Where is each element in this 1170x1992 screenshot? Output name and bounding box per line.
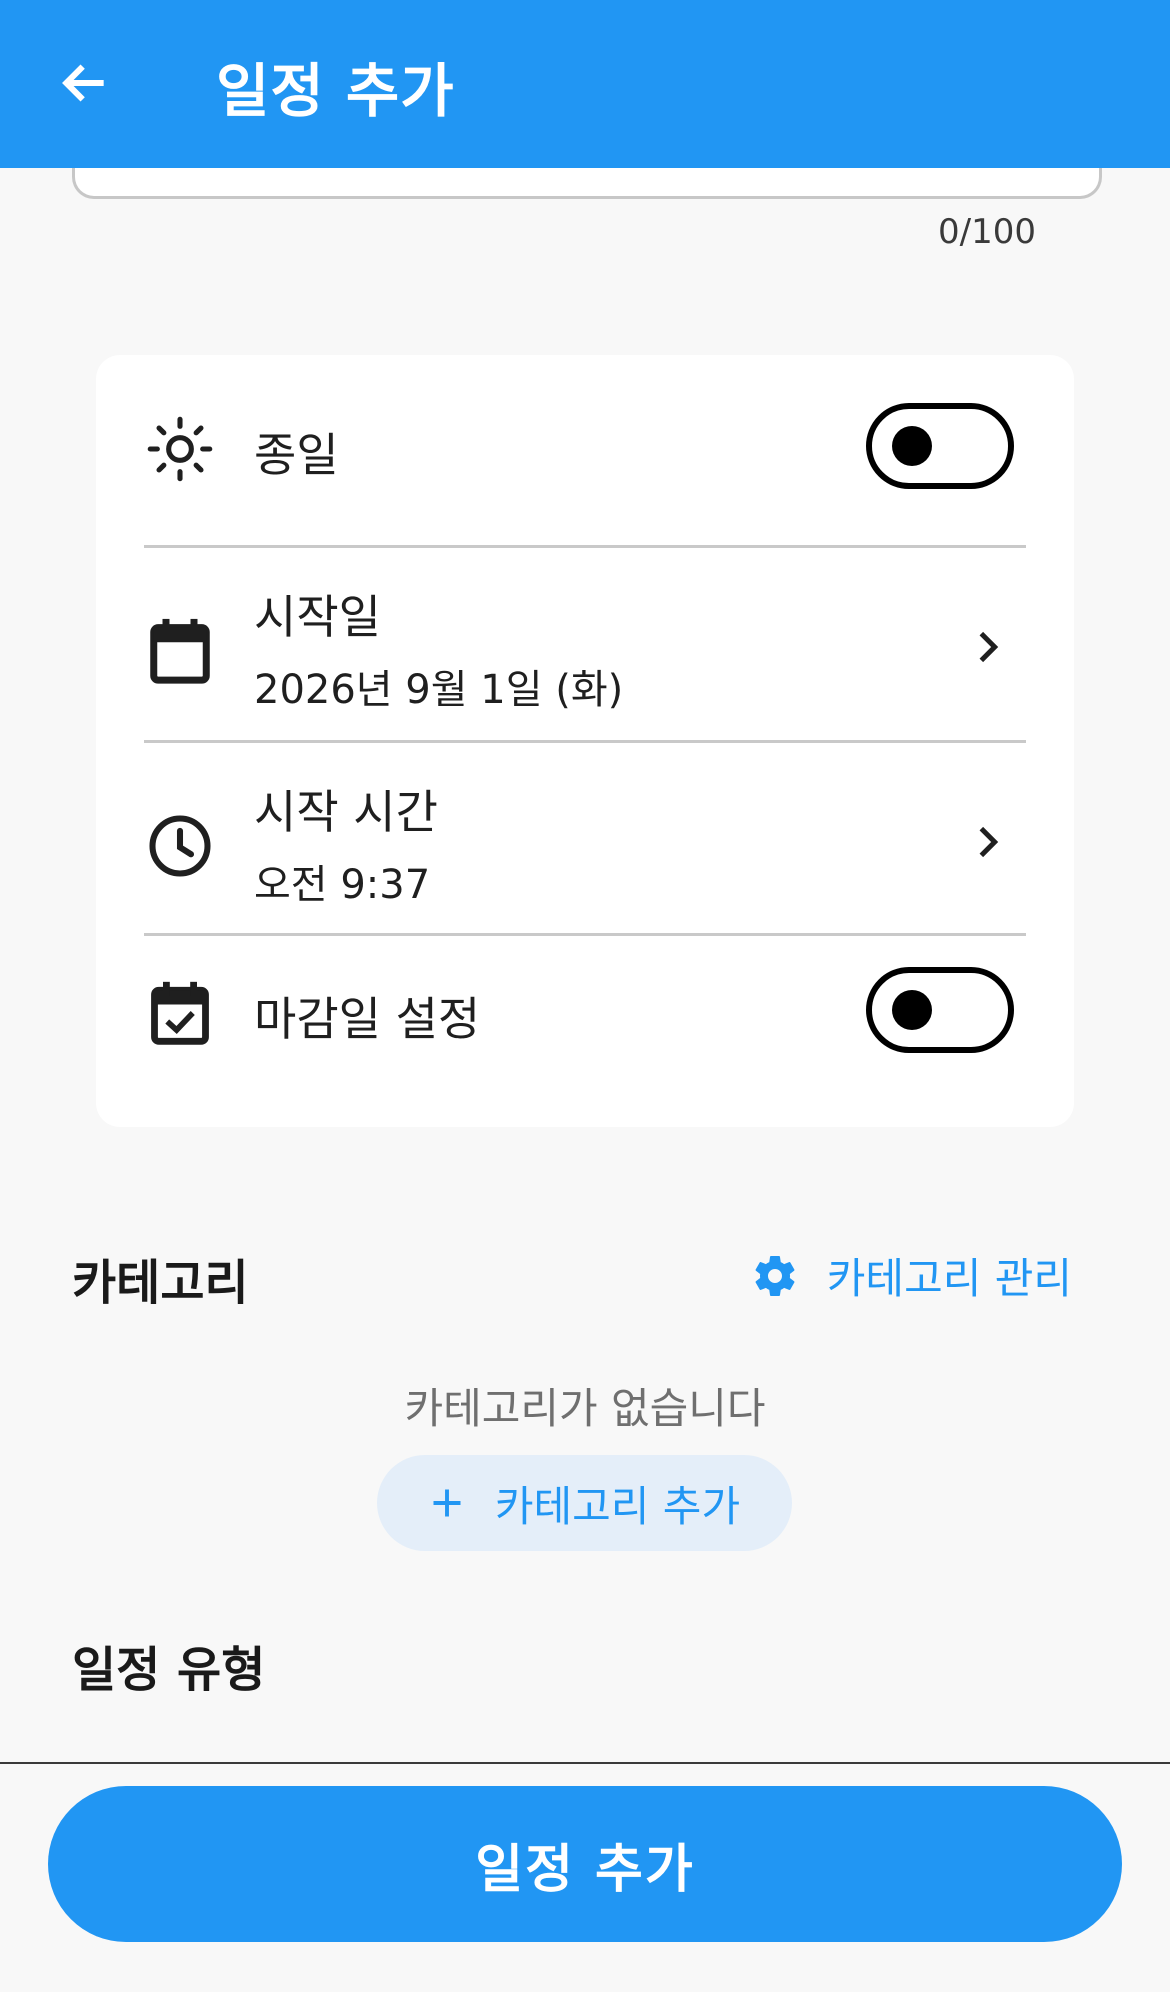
category-heading: 카테고리 bbox=[72, 1255, 249, 1311]
schedule-settings-card: 종일 시작일 2026년 9월 1일 (화) 시작 시간 오전 9:37 마감일… bbox=[96, 355, 1074, 1127]
add-category-button[interactable]: 카테고리 추가 bbox=[377, 1455, 792, 1551]
start-time-label: 시작 시간 bbox=[254, 785, 438, 839]
title-char-counter: 0/100 bbox=[938, 212, 1036, 252]
add-schedule-button[interactable]: 일정 추가 bbox=[48, 1786, 1122, 1942]
start-date-value: 2026년 9월 1일 (화) bbox=[254, 667, 624, 713]
app-bar: 일정 추가 bbox=[0, 0, 1170, 168]
arrow-left-icon bbox=[62, 64, 104, 102]
schedule-type-heading: 일정 유형 bbox=[72, 1642, 266, 1698]
start-date-label: 시작일 bbox=[254, 590, 381, 644]
all-day-row[interactable]: 종일 bbox=[144, 401, 1026, 497]
all-day-toggle[interactable] bbox=[866, 403, 1014, 489]
divider bbox=[144, 933, 1026, 936]
plus-icon bbox=[433, 1489, 461, 1517]
deadline-row[interactable]: 마감일 설정 bbox=[144, 965, 1026, 1061]
add-category-label: 카테고리 추가 bbox=[494, 1481, 741, 1531]
chevron-right-icon bbox=[979, 631, 999, 663]
all-day-label: 종일 bbox=[254, 428, 339, 482]
deadline-toggle[interactable] bbox=[866, 967, 1014, 1053]
divider bbox=[144, 545, 1026, 548]
clock-icon bbox=[144, 810, 216, 882]
empty-category-message: 카테고리가 없습니다 bbox=[404, 1384, 766, 1433]
deadline-label: 마감일 설정 bbox=[254, 992, 481, 1046]
sun-icon bbox=[144, 413, 216, 485]
start-time-value: 오전 9:37 bbox=[254, 862, 431, 908]
manage-categories-button[interactable]: 카테고리 관리 bbox=[751, 1245, 1072, 1306]
back-button[interactable] bbox=[52, 50, 118, 116]
divider bbox=[144, 740, 1026, 743]
calendar-icon bbox=[144, 615, 216, 687]
content: 0/100 종일 시작일 2026년 9월 1일 (화) 시작 시간 오전 9:… bbox=[0, 0, 1170, 1762]
gear-icon bbox=[755, 1255, 795, 1296]
calendar-check-icon bbox=[144, 977, 216, 1049]
toggle-knob bbox=[892, 990, 932, 1030]
start-time-row[interactable]: 시작 시간 오전 9:37 bbox=[144, 770, 1026, 930]
page-title: 일정 추가 bbox=[216, 57, 455, 125]
manage-categories-label: 카테고리 관리 bbox=[826, 1254, 1072, 1303]
start-date-row[interactable]: 시작일 2026년 9월 1일 (화) bbox=[144, 575, 1026, 735]
toggle-knob bbox=[892, 426, 932, 466]
chevron-right-icon bbox=[979, 826, 999, 858]
